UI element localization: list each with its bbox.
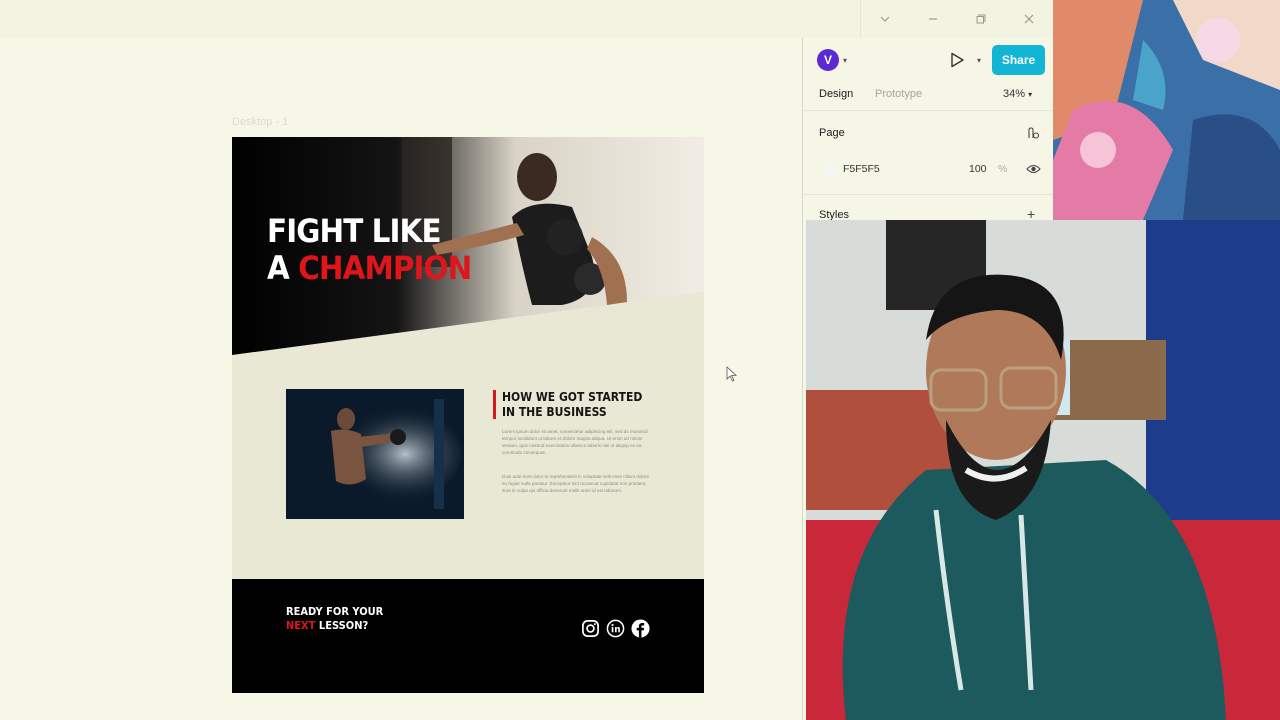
zoom-chevron-icon: ▾ [1028, 90, 1033, 99]
fill-swatch[interactable] [825, 164, 837, 176]
zoom-value: 34% [1003, 88, 1026, 100]
hero-title-highlight: CHAMPION [298, 249, 472, 287]
footer-section: READY FOR YOUR NEXT LESSON? [232, 579, 704, 693]
wallpaper-image [1053, 0, 1280, 220]
zoom-dropdown[interactable]: 34% ▾ [1003, 88, 1032, 100]
share-button[interactable]: Share [992, 45, 1045, 75]
component-icon[interactable] [1026, 126, 1040, 140]
fill-opacity-input[interactable]: 100 [969, 163, 987, 175]
frame-label[interactable]: Desktop - 1 [232, 116, 288, 128]
footer-cta-line2: NEXT LESSON? [286, 619, 383, 633]
close-icon[interactable] [1005, 0, 1053, 38]
webcam-video [806, 220, 1280, 720]
divider [803, 110, 1054, 111]
facebook-icon[interactable] [631, 619, 650, 638]
about-heading-line2: IN THE BUSINESS [502, 405, 607, 419]
instagram-icon[interactable] [581, 619, 600, 638]
restore-icon[interactable] [957, 0, 1005, 38]
footer-cta: READY FOR YOUR NEXT LESSON? [286, 605, 383, 633]
hero-section: FIGHT LIKE A CHAMPION [232, 137, 704, 357]
linkedin-icon[interactable] [606, 619, 625, 638]
about-heading-line1: HOW WE GOT STARTED [502, 390, 643, 404]
avatar-chevron-icon[interactable]: ▾ [843, 56, 847, 65]
artboard-desktop[interactable]: FIGHT LIKE A CHAMPION HOW WE GOT STARTED… [232, 137, 704, 693]
tab-design[interactable]: Design [819, 88, 853, 100]
opacity-unit: % [998, 163, 1008, 175]
eye-icon[interactable] [1026, 163, 1041, 175]
properties-panel: V ▾ ▾ Share Design Prototype 34% ▾ Page … [802, 38, 1054, 222]
minimize-icon[interactable] [909, 0, 957, 38]
user-avatar[interactable]: V [817, 49, 839, 71]
tab-prototype[interactable]: Prototype [875, 88, 922, 100]
accent-bar [493, 390, 496, 419]
hero-title: FIGHT LIKE A CHAMPION [267, 212, 472, 287]
social-icons [581, 619, 650, 638]
footer-cta-rest: LESSON? [315, 619, 369, 632]
fill-hex-input[interactable]: F5F5F5 [843, 163, 880, 175]
about-paragraph: Lorem ipsum dolor sit amet, consectetur … [502, 429, 648, 455]
play-chevron-icon[interactable]: ▾ [977, 56, 981, 65]
hero-title-line1: FIGHT LIKE [267, 212, 442, 250]
chevron-down-icon[interactable] [861, 0, 909, 38]
about-paragraph: Duis aute irure dolor in reprehenderit i… [502, 474, 650, 493]
window-controls [860, 0, 1053, 38]
page-section-title: Page [819, 127, 845, 139]
mouse-cursor-icon [726, 366, 738, 382]
footer-cta-line1: READY FOR YOUR [286, 605, 384, 618]
footer-cta-highlight: NEXT [286, 619, 316, 632]
about-heading: HOW WE GOT STARTED IN THE BUSINESS [502, 390, 646, 420]
divider [803, 194, 1054, 195]
hero-title-prefix: A [267, 249, 299, 287]
play-icon[interactable] [948, 51, 966, 69]
title-bar [0, 0, 1053, 38]
hero-title-line2: A CHAMPION [267, 249, 472, 287]
about-image [286, 389, 464, 519]
